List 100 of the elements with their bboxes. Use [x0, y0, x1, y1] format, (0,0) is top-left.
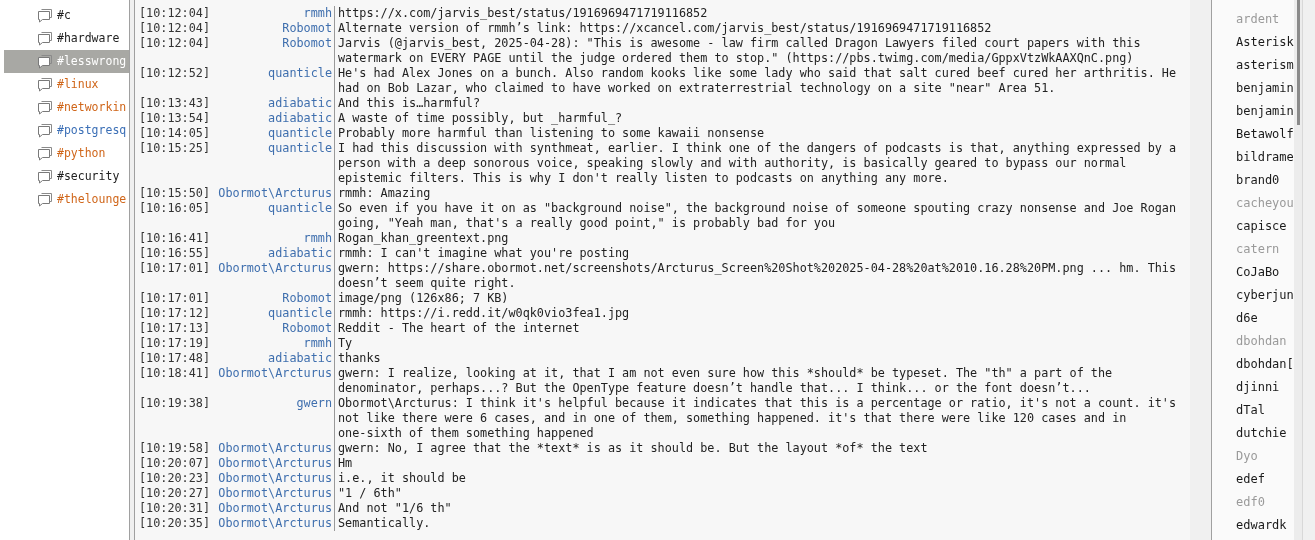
user-item[interactable]: Betawolf: [1236, 122, 1294, 145]
message-text: thanks: [338, 351, 381, 366]
timestamp: [10:17:13]: [139, 321, 211, 335]
message-text: https://x.com/jarvis_best/status/1916969471719116852: [338, 6, 708, 21]
user-item[interactable]: djinni: [1236, 375, 1294, 398]
user-item[interactable]: dbohdan[: [1236, 352, 1294, 375]
message-text: A waste of time possibly, but _harmful_?: [338, 111, 623, 126]
nickname[interactable]: quanticle: [268, 141, 332, 186]
nickname[interactable]: Obormot\Arcturus: [218, 366, 332, 396]
message-text: Hm: [338, 456, 353, 471]
user-item[interactable]: capisce: [1236, 214, 1294, 237]
nickname[interactable]: Obormot\Arcturus: [218, 441, 332, 456]
nickname[interactable]: Obormot\Arcturus: [218, 261, 332, 291]
nickname[interactable]: adiabatic: [268, 351, 332, 366]
channel-item[interactable]: #networkin: [4, 96, 129, 119]
timestamp: [10:16:05]: [139, 201, 211, 215]
nickname[interactable]: Obormot\Arcturus: [218, 516, 332, 531]
message-text: Jarvis (@jarvis_best, 2025-04-28): "This is awesome - law firm called Dragon Lawyers filed court papers with this: [338, 36, 1141, 51]
channel-name: #c: [57, 6, 71, 24]
nickname[interactable]: Robomot: [282, 291, 332, 306]
nickname[interactable]: Obormot\Arcturus: [218, 456, 332, 471]
timestamp: [10:13:43]: [139, 96, 211, 110]
nickname[interactable]: quanticle: [268, 201, 332, 231]
user-item[interactable]: brand0: [1236, 168, 1294, 191]
user-item[interactable]: dTal: [1236, 398, 1294, 421]
message-text: So even if you have it on as "background noise", the background noise of someone spouting crazy nonsense and Joe Rogan: [338, 201, 1177, 216]
message-text: person with a deep sonorous voice, speaking slowly and with authority, is basically geared to bypass our normal: [338, 156, 1128, 171]
timestamp: [10:17:01]: [139, 261, 211, 275]
nickname[interactable]: Robomot: [282, 36, 332, 66]
timestamp: [10:17:19]: [139, 336, 211, 350]
timestamp: [10:20:07]: [139, 456, 211, 470]
channel-item[interactable]: #postgresq: [4, 119, 129, 142]
channel-item[interactable]: #thelounge: [4, 188, 129, 211]
message-text: Semantically.: [338, 516, 431, 531]
message-text: Obormot\Arcturus: I think it's helpful because it indicates that this is a percentage or ratio, it's not a count. it's: [338, 396, 1177, 411]
user-item[interactable]: edf0: [1236, 490, 1294, 513]
user-item[interactable]: asterism: [1236, 53, 1294, 76]
message-text: i.e., it should be: [338, 471, 466, 486]
nickname[interactable]: adiabatic: [268, 246, 332, 261]
timestamp: [10:16:41]: [139, 231, 211, 245]
message-text: I had this discussion with synthmeat, earlier. I think one of the dangers of podcasts is that, anything expressed by a: [338, 141, 1177, 156]
user-item[interactable]: d6e: [1236, 306, 1294, 329]
timestamp: [10:15:50]: [139, 186, 211, 200]
user-item[interactable]: cyberjun: [1236, 283, 1294, 306]
nickname[interactable]: Obormot\Arcturus: [218, 471, 332, 486]
channel-item[interactable]: #security: [4, 165, 129, 188]
message-text: going, "Yeah man, that's a really good point," is probably bad for you: [338, 216, 837, 231]
timestamp: [10:20:27]: [139, 486, 211, 500]
message-text: Rogan_khan_greentext.png: [338, 231, 509, 246]
timestamp: [10:17:12]: [139, 306, 211, 320]
user-item[interactable]: CoJaBo: [1236, 260, 1294, 283]
user-item[interactable]: dutchie: [1236, 421, 1294, 444]
user-item[interactable]: benjamin: [1236, 99, 1294, 122]
user-item[interactable]: edef: [1236, 467, 1294, 490]
timestamp: [10:20:35]: [139, 516, 211, 530]
message-text: image/png (126x86; 7 KB): [338, 291, 509, 306]
chat-bubble-icon: [37, 123, 53, 138]
message-text: gwern: I realize, looking at it, that I am not even sure how this *should* be typeset. The "th" a part of the: [338, 366, 1113, 381]
nickname[interactable]: adiabatic: [268, 111, 332, 126]
nickname[interactable]: Obormot\Arcturus: [218, 501, 332, 516]
user-item[interactable]: catern: [1236, 237, 1294, 260]
chat-bubble-icon: [37, 54, 53, 69]
user-item[interactable]: Asterisk: [1236, 30, 1294, 53]
chat-bubble-icon: [37, 169, 53, 184]
channel-item[interactable]: #linux: [4, 73, 129, 96]
nickname[interactable]: rmmh: [303, 231, 332, 246]
user-item[interactable]: cacheyou: [1236, 191, 1294, 214]
nickname[interactable]: Obormot\Arcturus: [218, 486, 332, 501]
channel-name: #python: [57, 144, 106, 162]
timestamp: [10:15:25]: [139, 141, 211, 155]
nickname[interactable]: gwern: [296, 396, 332, 441]
timestamp: [10:18:41]: [139, 366, 211, 380]
scrollbar-thumb[interactable]: [1296, 0, 1300, 125]
user-item[interactable]: dbohdan: [1236, 329, 1294, 352]
user-item[interactable]: Dyo: [1236, 444, 1294, 467]
nickname[interactable]: adiabatic: [268, 96, 332, 111]
nickname[interactable]: quanticle: [268, 66, 332, 96]
nickname[interactable]: Obormot\Arcturus: [218, 186, 332, 201]
user-item[interactable]: bildrame: [1236, 145, 1294, 168]
message-text: rmmh: Amazing: [338, 186, 431, 201]
channel-item[interactable]: #hardware: [4, 27, 129, 50]
user-item[interactable]: ardent: [1236, 7, 1294, 30]
message-text: And this is…harmful?: [338, 96, 481, 111]
nickname[interactable]: quanticle: [268, 126, 332, 141]
timestamp: [10:20:23]: [139, 471, 211, 485]
nickname[interactable]: rmmh: [303, 336, 332, 351]
channel-item[interactable]: #python: [4, 142, 129, 165]
nickname[interactable]: Robomot: [282, 321, 332, 336]
nickname[interactable]: quanticle: [268, 306, 332, 321]
nickname[interactable]: rmmh: [303, 6, 332, 21]
timestamp: [10:14:05]: [139, 126, 211, 140]
message-text: And not "1/6 th": [338, 501, 452, 516]
user-item[interactable]: edwardk: [1236, 513, 1294, 536]
user-item[interactable]: benjamin: [1236, 76, 1294, 99]
nickname[interactable]: Robomot: [282, 21, 332, 36]
channel-item[interactable]: #c: [4, 4, 129, 27]
chat-bubble-icon: [37, 8, 53, 23]
channel-name: #linux: [57, 75, 99, 93]
channel-name: #postgresq: [57, 121, 127, 139]
timestamp: [10:12:04]: [139, 36, 211, 50]
